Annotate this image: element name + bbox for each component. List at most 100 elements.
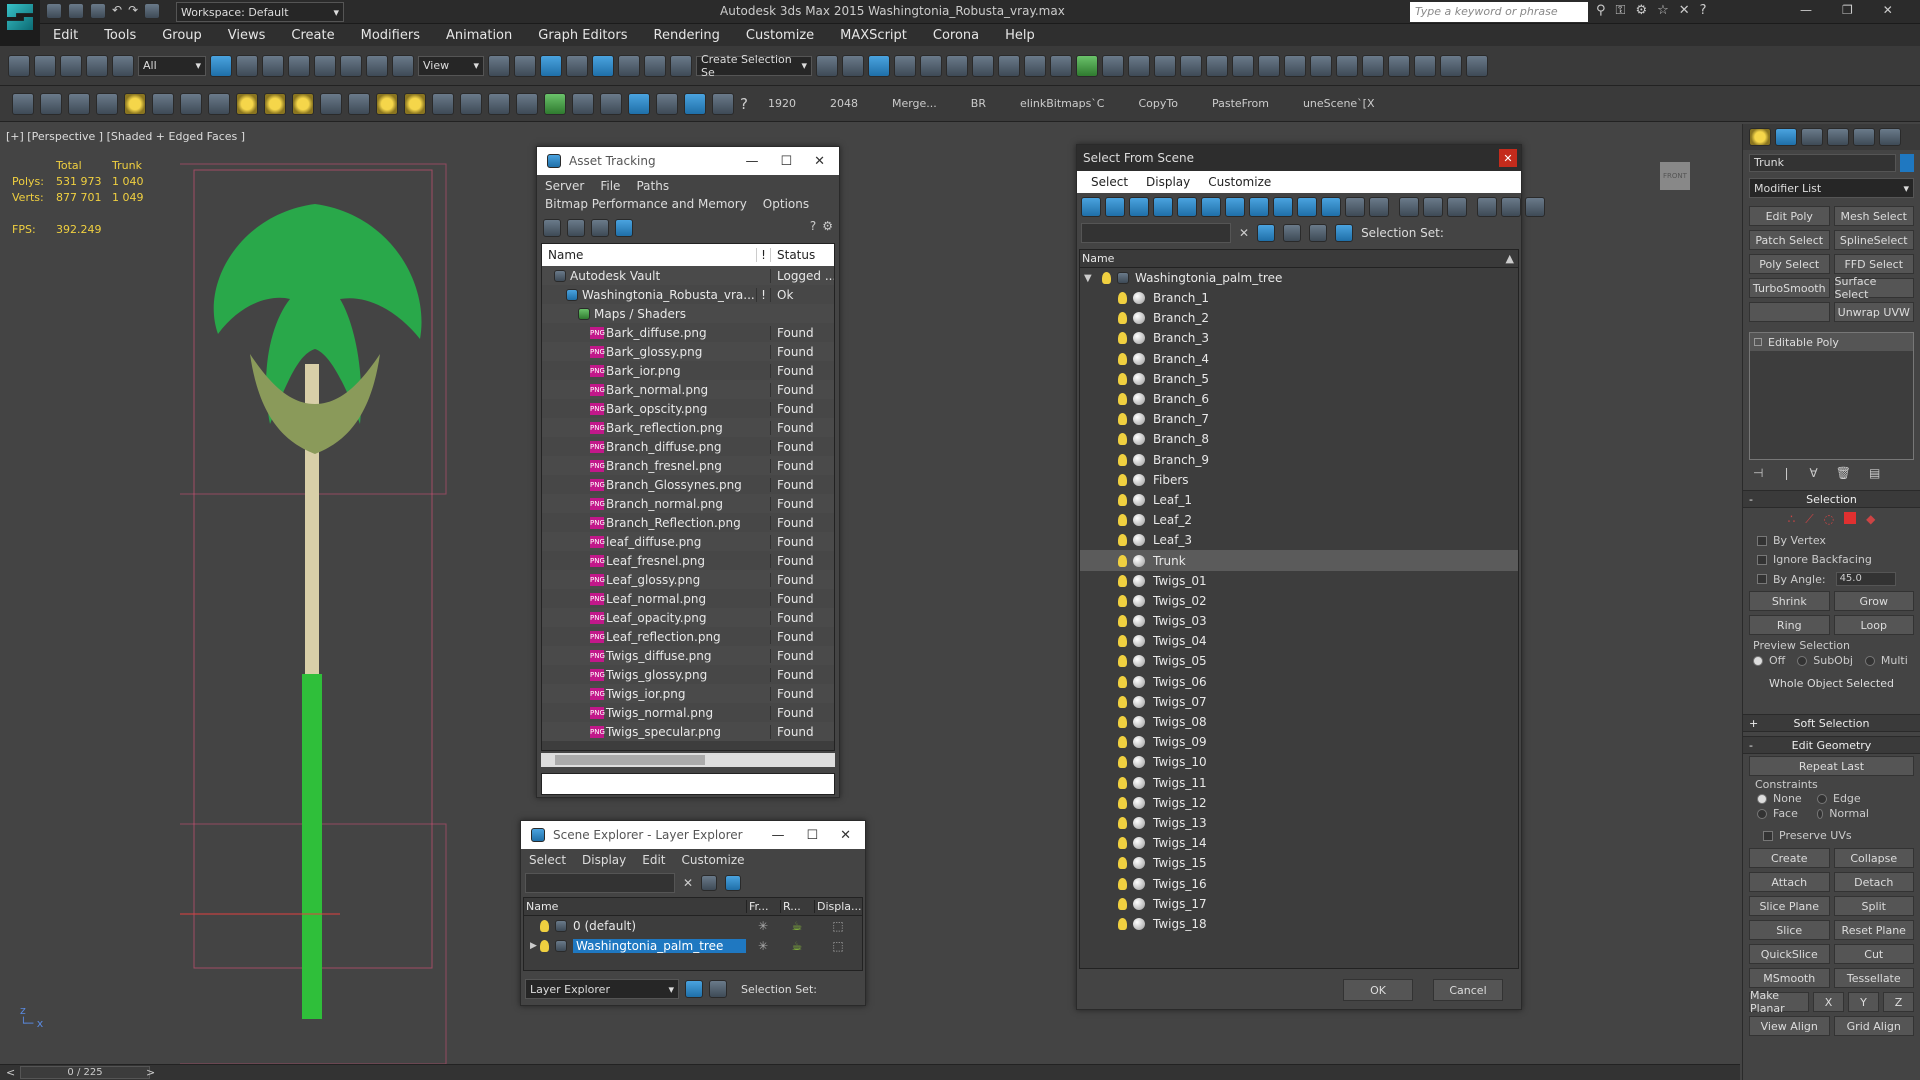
vray-light-icon[interactable] [1388,54,1410,77]
select-manipulate-icon[interactable] [514,54,536,77]
visibility-bulb-icon[interactable] [1118,736,1127,749]
soft-selection-rollout-header[interactable]: + Soft Selection [1743,714,1920,732]
visibility-bulb-icon[interactable] [1118,514,1127,527]
visibility-bulb-icon[interactable] [1118,574,1127,587]
preview-subobj-radio[interactable]: SubObj [1797,654,1853,667]
help-icon[interactable]: ? [1700,3,1707,18]
script-copyto-button[interactable]: CopyTo [1125,97,1192,110]
make-unique-icon[interactable]: ∀ [1810,466,1818,480]
corona-material-icon[interactable] [628,92,650,115]
find-case-icon[interactable] [1257,224,1276,242]
scene-object-row[interactable]: Twigs_18 [1080,914,1518,934]
asset-row[interactable]: PNG Leaf_glossy.png Found [542,570,834,589]
select-none-icon[interactable] [1423,197,1443,217]
explorer-type-dropdown[interactable]: Layer Explorer ▾ [525,979,679,999]
menu-paths[interactable]: Paths [636,179,669,193]
corona-sun-icon[interactable] [180,92,202,115]
grow-button[interactable]: Grow [1833,591,1914,611]
visibility-bulb-icon[interactable] [1118,393,1127,406]
sort-up-icon[interactable]: ▲ [1506,252,1514,265]
add-to-layer-icon[interactable] [725,875,742,891]
menu-help[interactable]: Help [992,28,1048,43]
spinner-snap-icon[interactable] [644,54,666,77]
filter-shapes-icon[interactable] [1105,197,1125,217]
time-slider-prev-icon[interactable]: < [6,1066,15,1079]
asset-row[interactable]: PNG Bark_glossy.png Found [542,342,834,361]
filter-lights-icon[interactable] [1129,197,1149,217]
clear-search-icon[interactable]: ✕ [683,876,693,890]
open-file-icon[interactable] [68,3,84,19]
ribbon-icon[interactable] [894,54,916,77]
asset-tracking-titlebar[interactable]: Asset Tracking — ☐ ✕ [537,147,839,175]
detail-view-icon[interactable] [591,219,609,237]
surface-select-button[interactable]: Surface Select [1833,275,1914,301]
repeat-last-button[interactable]: Repeat Last [1749,756,1914,776]
project-folder-icon[interactable] [144,3,161,19]
star-icon[interactable]: ☆ [1657,3,1669,18]
schematic-view-icon[interactable] [946,54,968,77]
scene-col-name[interactable]: Name [1080,252,1114,265]
by-vertex-checkbox[interactable]: By Vertex [1743,531,1920,550]
viewcube[interactable]: FRONT [1660,162,1690,190]
script-pastefrom-button[interactable]: PasteFrom [1198,97,1283,110]
select-children-icon[interactable] [1283,224,1302,242]
display-toggle-icon[interactable]: ⬚ [814,939,862,953]
scene-object-row[interactable]: Branch_9 [1080,450,1518,470]
corona-hf-icon[interactable] [572,92,594,115]
scene-object-row[interactable]: Twigs_10 [1080,752,1518,772]
remove-modifier-icon[interactable]: 🗑 [1836,466,1851,480]
hierarchy-mode-icon[interactable] [709,980,727,998]
column-flag[interactable]: ! [756,248,770,262]
vray-fur-icon[interactable] [1336,54,1358,77]
refresh-icon[interactable] [543,219,561,237]
mesh-select-button[interactable]: Mesh Select [1833,206,1914,226]
corona-library-icon[interactable] [684,92,706,115]
object-color-swatch[interactable] [1900,154,1914,172]
asset-row[interactable]: PNG Twigs_normal.png Found [542,703,834,722]
detach-button[interactable]: Detach [1833,872,1914,892]
menu-edit[interactable]: Edit [642,853,665,867]
visibility-bulb-icon[interactable] [1118,594,1127,607]
select-search-input[interactable] [1081,223,1231,243]
visibility-bulb-icon[interactable] [1118,534,1127,547]
close-icon[interactable]: ✕ [1883,3,1893,17]
script-prunescene-button[interactable]: uneScene`[X [1289,97,1389,110]
visibility-bulb-icon[interactable] [540,940,549,952]
asset-row[interactable]: PNG Leaf_normal.png Found [542,589,834,608]
corona-render-icon[interactable] [12,92,34,115]
select-object-icon[interactable] [210,54,232,77]
pivot-icon[interactable] [488,54,510,77]
corona-camera-icon[interactable] [208,92,230,115]
vray-plane-icon[interactable] [1310,54,1332,77]
tab-hierarchy-icon[interactable] [1801,128,1823,146]
script-merge-button[interactable]: Merge... [878,97,951,110]
filter-icon[interactable] [1477,197,1497,217]
visibility-bulb-icon[interactable] [1118,493,1127,506]
asset-row[interactable]: PNG Bark_diffuse.png Found [542,323,834,342]
visibility-bulb-icon[interactable] [1118,716,1127,729]
asset-row[interactable]: PNG Twigs_glossy.png Found [542,665,834,684]
cancel-button[interactable]: Cancel [1433,979,1503,1001]
scene-object-row[interactable]: Fibers [1080,470,1518,490]
vray-settings-icon[interactable] [1466,54,1488,77]
vray-proxy-icon[interactable] [1258,54,1280,77]
tab-display-icon[interactable] [1853,128,1875,146]
help-icon[interactable]: ? [810,219,816,237]
scene-object-row[interactable]: Twigs_06 [1080,672,1518,692]
visibility-bulb-icon[interactable] [1118,473,1127,486]
search-input[interactable]: Type a keyword or phrase [1410,2,1588,22]
binoculars-icon[interactable]: ⚲ [1596,3,1606,18]
angle-spinner[interactable]: 45.0 [1835,572,1896,586]
cut-button[interactable]: Cut [1833,944,1914,964]
visibility-bulb-icon[interactable] [1118,372,1127,385]
corona-box-icon[interactable] [236,92,258,115]
filter-helpers-icon[interactable] [1177,197,1197,217]
reset-plane-button[interactable]: Reset Plane [1833,920,1914,940]
time-slider-thumb[interactable]: 0 / 225 [20,1066,150,1079]
menu-graph-editors[interactable]: Graph Editors [525,28,640,43]
camera-icon[interactable] [1128,54,1150,77]
visibility-bulb-icon[interactable] [1118,554,1127,567]
restore-icon[interactable]: ❐ [1842,3,1853,17]
column-status[interactable]: Status [770,248,834,262]
show-end-result-icon[interactable]: ❘ [1781,466,1791,480]
